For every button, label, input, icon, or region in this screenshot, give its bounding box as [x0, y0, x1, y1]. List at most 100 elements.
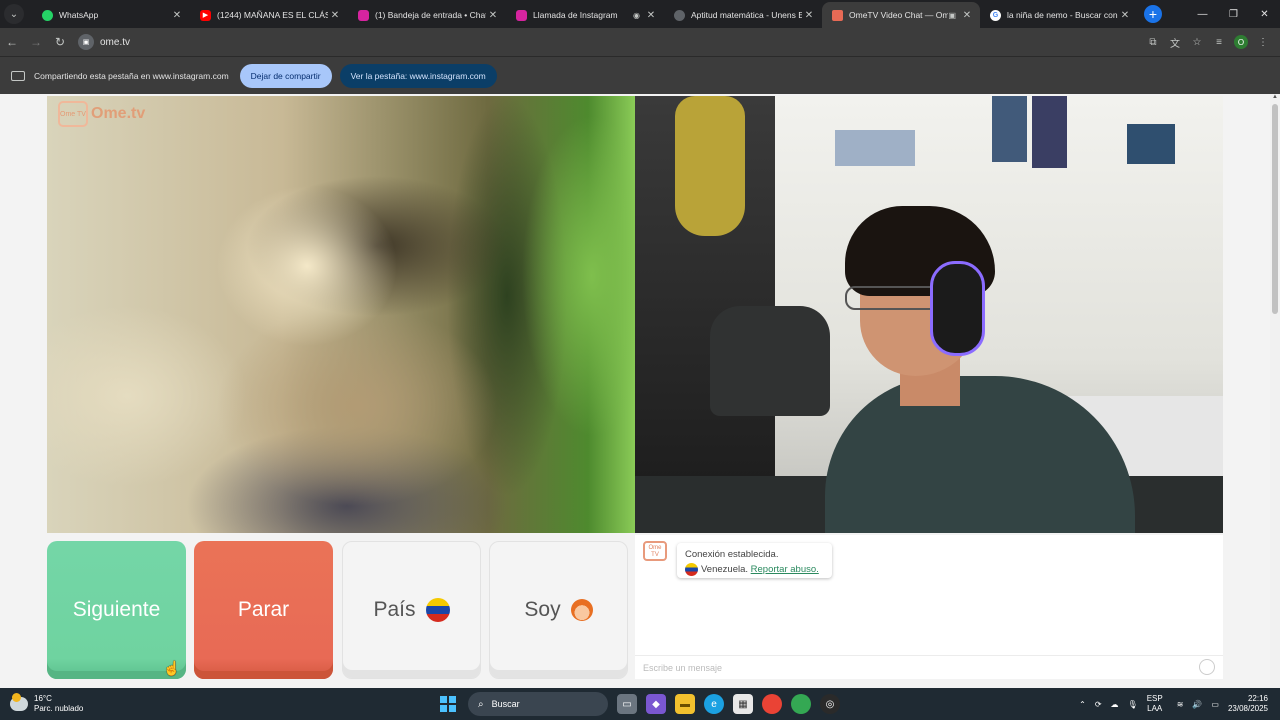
app-icon[interactable]: ◎	[820, 694, 840, 714]
tab-ometv[interactable]: OmeTV Video Chat — Ome ▣ ✕	[822, 2, 980, 28]
tab-search-menu-icon[interactable]: ⌄	[4, 4, 24, 24]
tab-instagram-call[interactable]: Llamada de Instagram ◉ ✕	[506, 2, 664, 28]
omnibox[interactable]: ▣ ome.tv	[78, 31, 130, 53]
gender-button[interactable]: Soy	[489, 541, 628, 679]
tab-title: WhatsApp	[59, 10, 99, 20]
scrollbar-thumb[interactable]	[1272, 104, 1278, 314]
show-hidden-icons-icon[interactable]: ⌃	[1079, 700, 1086, 709]
stop-button-label: Parar	[237, 598, 290, 621]
microphone-icon[interactable]: 🎙	[1128, 700, 1138, 709]
close-tab-icon[interactable]: ✕	[1118, 10, 1132, 21]
close-tab-icon[interactable]: ✕	[170, 10, 184, 21]
view-tab-button[interactable]: Ver la pestaña: www.instagram.com	[339, 63, 497, 88]
file-explorer-icon[interactable]: ▬	[675, 694, 695, 714]
search-label: Buscar	[491, 699, 520, 709]
minimize-icon[interactable]: —	[1187, 0, 1218, 28]
tv-icon: Ome TV	[58, 101, 88, 127]
copilot-icon[interactable]: ◆	[646, 694, 666, 714]
tab-title: Llamada de Instagram	[533, 10, 618, 20]
wall-poster	[1127, 124, 1175, 164]
country-button-label: País	[373, 598, 416, 621]
site-info-icon[interactable]: ▣	[78, 34, 94, 50]
instagram-icon	[358, 9, 369, 21]
weather-temperature: 16°C	[34, 694, 52, 703]
tab-google-search[interactable]: G la niña de nemo - Buscar con G ✕	[980, 2, 1138, 28]
recording-icon: ◉	[633, 10, 640, 20]
clock[interactable]: 22:16 23/08/2025	[1228, 694, 1268, 714]
forward-icon[interactable]: →	[24, 35, 48, 49]
tab-whatsapp[interactable]: WhatsApp ✕	[32, 2, 190, 28]
back-icon[interactable]: ←	[0, 35, 24, 49]
bookmark-star-icon[interactable]: ☆	[1186, 37, 1208, 48]
scroll-up-icon[interactable]: ▲	[1272, 94, 1278, 100]
whatsapp-icon	[42, 9, 53, 21]
weather-widget[interactable]: 16°C Parc. nublado	[10, 693, 84, 714]
url-text[interactable]: ome.tv	[100, 37, 130, 48]
report-abuse-link[interactable]: Reportar abuso.	[751, 564, 819, 575]
gender-button-label: Soy	[524, 598, 561, 621]
chrome-icon[interactable]	[762, 694, 782, 714]
close-tab-icon[interactable]: ✕	[960, 10, 974, 21]
weather-description: Parc. nublado	[34, 704, 84, 713]
address-bar: ← → ↻ ▣ ome.tv ⧉ 文 ☆ ≡ O ⋮	[0, 28, 1280, 56]
partner-country: Venezuela.	[701, 564, 749, 575]
reload-icon[interactable]: ↻	[48, 35, 72, 49]
more-menu-icon[interactable]: ⋮	[1252, 37, 1274, 48]
chat-panel: Ome TV Conexión establecida. Venezuela. …	[635, 535, 1223, 679]
rgb-headset	[930, 261, 985, 356]
close-tab-icon[interactable]: ✕	[328, 10, 342, 21]
chrome-profile-icon[interactable]	[791, 694, 811, 714]
translate-icon[interactable]: 文	[1164, 35, 1186, 50]
tab-youtube[interactable]: ▶ (1244) MAÑANA ES EL CLÁSICO ✕	[190, 2, 348, 28]
close-tab-icon[interactable]: ✕	[802, 10, 816, 21]
next-button[interactable]: Siguiente	[47, 541, 186, 679]
user-person	[805, 206, 1135, 533]
google-icon: G	[990, 9, 1001, 21]
taskbar-apps: ⌕ Buscar ▭ ◆ ▬ e ▦ ◎	[440, 688, 840, 720]
edge-icon[interactable]: e	[704, 694, 724, 714]
stop-sharing-button[interactable]: Dejar de compartir	[239, 63, 332, 88]
next-button-label: Siguiente	[72, 598, 161, 621]
country-button[interactable]: País	[342, 541, 481, 679]
battery-icon[interactable]: ▭	[1211, 700, 1219, 709]
tab-title: (1244) MAÑANA ES EL CLÁSICO	[217, 10, 328, 20]
system-tray: ⌃ ⟳ ☁ 🎙 ESP LAA ≋ 🔊 ▭ 22:16 23/08/2025	[1079, 688, 1280, 720]
onedrive-icon[interactable]: ☁	[1111, 700, 1119, 709]
youtube-icon: ▶	[200, 9, 211, 21]
volume-icon[interactable]: 🔊	[1192, 700, 1202, 709]
ometv-icon	[832, 9, 843, 21]
new-tab-button[interactable]: +	[1144, 5, 1162, 23]
tab-title: Aptitud matemática - Unens Ec	[691, 10, 802, 20]
tab-aptitud[interactable]: Aptitud matemática - Unens Ec ✕	[664, 2, 822, 28]
venezuela-flag-icon	[685, 562, 698, 576]
stop-button[interactable]: Parar	[194, 541, 333, 679]
screen-share-icon	[11, 70, 25, 81]
restore-icon[interactable]: ❐	[1218, 0, 1249, 28]
ometv-logo: Ome TV Ome.tv	[58, 101, 145, 127]
language-indicator[interactable]: ESP LAA	[1147, 694, 1163, 714]
lang-layout: LAA	[1147, 704, 1163, 713]
sync-icon[interactable]: ⟳	[1095, 700, 1102, 709]
media-controls-icon[interactable]: ≡	[1208, 37, 1230, 48]
emoji-picker-icon[interactable]	[1199, 659, 1215, 675]
mouse-pointer-icon: ☝	[163, 660, 181, 676]
close-tab-icon[interactable]: ✕	[486, 10, 500, 21]
windows-start-icon[interactable]	[440, 696, 456, 712]
store-icon[interactable]: ▦	[733, 694, 753, 714]
page-scrollbar[interactable]: ▲	[1270, 94, 1280, 688]
ometv-avatar-icon: Ome TV	[643, 541, 667, 561]
taskbar-search[interactable]: ⌕ Buscar	[468, 692, 608, 716]
window-controls: — ❐ ✕	[1187, 0, 1280, 28]
close-window-icon[interactable]: ✕	[1249, 0, 1280, 28]
system-message: Conexión establecida. Venezuela. Reporta…	[677, 543, 832, 578]
profile-avatar[interactable]: O	[1234, 35, 1248, 49]
tab-sharing-bar: Compartiendo esta pestaña en www.instagr…	[0, 56, 1280, 94]
close-tab-icon[interactable]: ✕	[644, 10, 658, 21]
wifi-icon[interactable]: ≋	[1177, 700, 1184, 709]
tab-instagram-inbox[interactable]: (1) Bandeja de entrada • Chats ✕	[348, 2, 506, 28]
task-view-icon[interactable]: ▭	[617, 694, 637, 714]
wall-poster	[1032, 96, 1067, 168]
message-input[interactable]: Escribe un mensaje	[635, 655, 1223, 679]
cast-icon[interactable]: ⧉	[1142, 37, 1164, 48]
instagram-icon	[516, 9, 527, 21]
